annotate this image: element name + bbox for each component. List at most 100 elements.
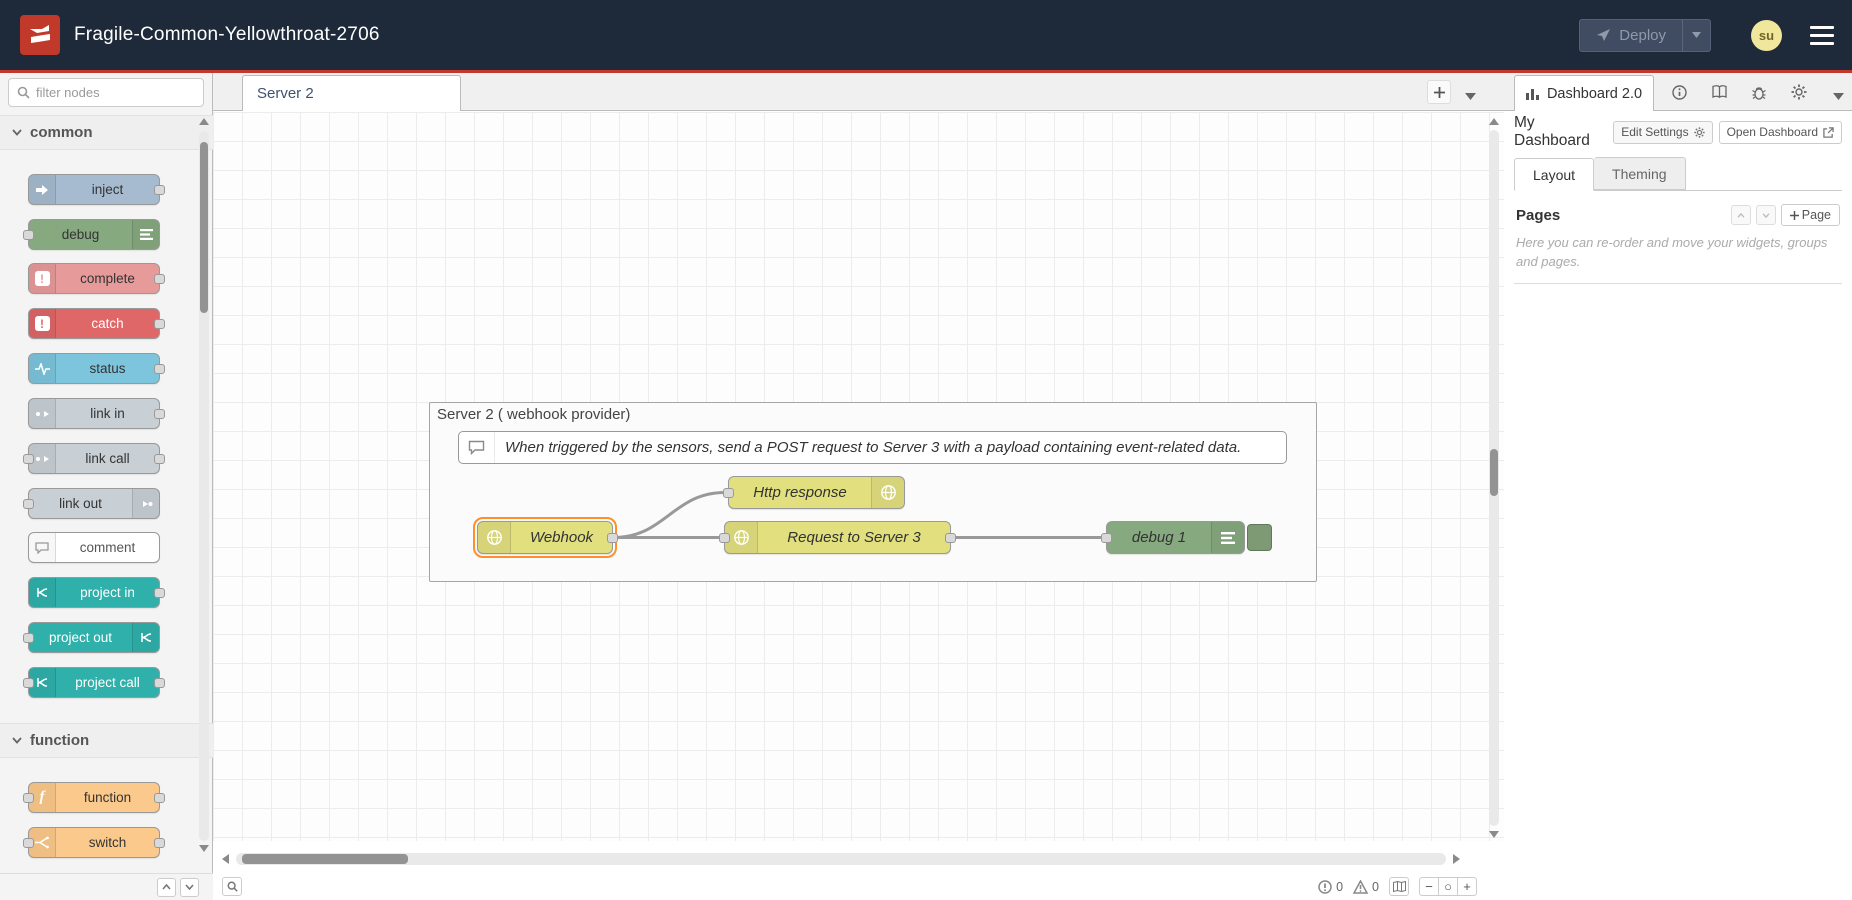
palette-scroll-up-arrow[interactable] — [199, 118, 209, 125]
user-avatar[interactable]: su — [1751, 20, 1782, 51]
zoom-reset-button[interactable]: ○ — [1438, 877, 1458, 896]
debug-tab-button[interactable] — [1745, 78, 1773, 106]
palette-node-complete[interactable]: ! complete — [28, 263, 160, 294]
palette-node-project-out[interactable]: project out — [28, 622, 160, 653]
palette-footer — [0, 873, 213, 900]
output-port[interactable] — [154, 838, 165, 848]
output-port[interactable] — [154, 678, 165, 688]
main-menu-button[interactable] — [1810, 26, 1834, 45]
input-port[interactable] — [23, 454, 34, 464]
input-port[interactable] — [23, 499, 34, 509]
palette-node-label: link call — [56, 444, 159, 473]
output-port[interactable] — [945, 533, 956, 543]
navigator-toggle-button[interactable] — [1389, 877, 1409, 896]
palette-node-status[interactable]: status — [28, 353, 160, 384]
workspace-canvas-area: Server 2 Server 2 ( webhook provider) Wh… — [213, 73, 1504, 900]
collapse-categories-button[interactable] — [157, 878, 176, 897]
scroll-right-arrow[interactable] — [1453, 854, 1460, 864]
canvas-horizontal-scrollbar[interactable] — [222, 852, 1460, 866]
add-flow-button[interactable] — [1427, 80, 1451, 104]
flow-list-button[interactable] — [1465, 87, 1476, 105]
palette-category-common[interactable]: common — [0, 115, 213, 150]
info-tab-button[interactable] — [1665, 78, 1693, 106]
input-port[interactable] — [23, 678, 34, 688]
hscrollbar-thumb[interactable] — [242, 854, 408, 864]
palette-node-comment[interactable]: comment — [28, 532, 160, 563]
open-dashboard-button[interactable]: Open Dashboard — [1719, 121, 1842, 144]
canvas-node-request-to-server3[interactable]: Request to Server 3 — [724, 521, 951, 554]
chevron-down-icon — [1465, 93, 1476, 100]
palette-scrollbar-thumb[interactable] — [200, 142, 208, 313]
palette-filter-box[interactable] — [8, 78, 204, 107]
dashboard-name: My Dashboard — [1514, 114, 1607, 150]
output-port[interactable] — [154, 185, 165, 195]
palette-node-link-in[interactable]: link in — [28, 398, 160, 429]
output-port[interactable] — [154, 319, 165, 329]
tab-theming[interactable]: Theming — [1594, 157, 1685, 190]
group-title: Server 2 ( webhook provider) — [437, 406, 630, 423]
scroll-up-arrow[interactable] — [1489, 118, 1499, 125]
output-port[interactable] — [607, 533, 618, 543]
palette-node-switch[interactable]: switch — [28, 827, 160, 858]
palette-node-link-call[interactable]: link call — [28, 443, 160, 474]
input-port[interactable] — [23, 633, 34, 643]
project-fork-icon — [29, 578, 56, 607]
palette-node-function[interactable]: f function — [28, 782, 160, 813]
move-page-down-button[interactable] — [1756, 205, 1776, 225]
palette-scrollbar[interactable] — [199, 131, 209, 841]
palette-node-link-out[interactable]: link out — [28, 488, 160, 519]
scroll-down-arrow[interactable] — [1489, 831, 1499, 838]
output-port[interactable] — [154, 274, 165, 284]
input-port[interactable] — [1101, 533, 1112, 543]
input-port[interactable] — [719, 533, 730, 543]
move-page-up-button[interactable] — [1731, 205, 1751, 225]
deploy-button[interactable]: Deploy — [1580, 20, 1682, 51]
config-tab-button[interactable] — [1785, 78, 1813, 106]
vscrollbar-thumb[interactable] — [1490, 449, 1498, 496]
palette-scroll-down-arrow[interactable] — [199, 845, 209, 852]
chevron-up-icon — [162, 884, 171, 890]
palette-node-catch[interactable]: ! catch — [28, 308, 160, 339]
palette-node-debug[interactable]: debug — [28, 219, 160, 250]
palette-node-project-in[interactable]: project in — [28, 577, 160, 608]
edit-settings-button[interactable]: Edit Settings — [1613, 121, 1712, 144]
debug-enable-toggle[interactable] — [1247, 524, 1272, 551]
dashboard-subtabs: Layout Theming — [1514, 157, 1842, 191]
palette-node-inject[interactable]: inject — [28, 174, 160, 205]
zoom-in-button[interactable]: + — [1457, 877, 1477, 896]
canvas-node-debug1[interactable]: debug 1 — [1106, 521, 1245, 554]
input-port[interactable] — [23, 230, 34, 240]
search-flows-button[interactable] — [222, 877, 242, 896]
globe-icon — [871, 477, 904, 508]
input-port[interactable] — [23, 838, 34, 848]
tab-layout[interactable]: Layout — [1514, 158, 1594, 191]
scroll-left-arrow[interactable] — [222, 854, 229, 864]
input-port[interactable] — [23, 793, 34, 803]
input-port[interactable] — [723, 488, 734, 498]
canvas-node-http-response[interactable]: Http response — [728, 476, 905, 509]
canvas-vertical-scrollbar[interactable] — [1488, 118, 1500, 838]
deploy-options-button[interactable] — [1682, 20, 1710, 51]
output-port[interactable] — [154, 454, 165, 464]
workspace-tab-server2[interactable]: Server 2 — [242, 75, 461, 111]
output-port[interactable] — [154, 364, 165, 374]
canvas-node-webhook[interactable]: Webhook — [477, 521, 613, 554]
sidebar-tab-dashboard[interactable]: Dashboard 2.0 — [1514, 75, 1654, 111]
zoom-out-button[interactable]: − — [1419, 877, 1439, 896]
chevron-down-icon — [12, 737, 22, 744]
expand-categories-button[interactable] — [180, 878, 199, 897]
plus-icon — [1790, 211, 1799, 220]
deploy-button-group: Deploy — [1579, 19, 1711, 52]
debug-list-icon — [1211, 522, 1244, 553]
output-port[interactable] — [154, 793, 165, 803]
sidebar-options-button[interactable] — [1833, 87, 1844, 105]
canvas-node-comment[interactable]: When triggered by the sensors, send a PO… — [458, 431, 1287, 464]
output-port[interactable] — [154, 588, 165, 598]
add-page-button[interactable]: Page — [1781, 204, 1840, 226]
output-port[interactable] — [154, 409, 165, 419]
dashboard-header-row: My Dashboard Edit Settings Open Dashboar… — [1504, 117, 1852, 147]
palette-category-function[interactable]: function — [0, 723, 213, 758]
help-tab-button[interactable] — [1705, 78, 1733, 106]
palette-node-project-call[interactable]: project call — [28, 667, 160, 698]
palette-filter-input[interactable] — [36, 85, 176, 100]
